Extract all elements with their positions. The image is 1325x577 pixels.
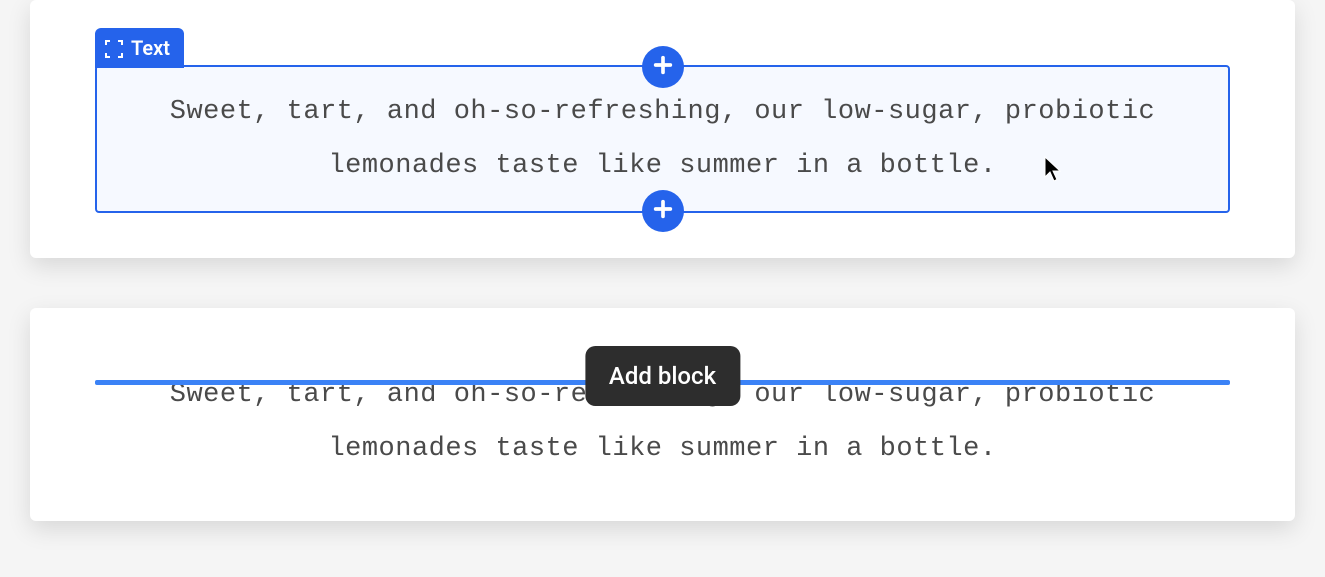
add-block-tooltip: Add block (585, 346, 740, 406)
block-type-label[interactable]: Text (95, 28, 184, 68)
plus-icon (652, 198, 674, 224)
tooltip-text: Add block (609, 362, 716, 390)
selection-icon (105, 39, 123, 57)
editor-card-insert: Add block Sweet, tart, and oh-so-refresh… (30, 308, 1295, 521)
block-type-text: Text (131, 36, 170, 60)
text-block-selected[interactable]: Sweet, tart, and oh-so-refreshing, our l… (95, 65, 1230, 213)
add-block-above-button[interactable] (642, 46, 684, 88)
editor-card-selected: Text Sweet, tart, and oh-so-refreshing, … (30, 0, 1295, 258)
plus-icon (652, 54, 674, 80)
block-text-content[interactable]: Sweet, tart, and oh-so-refreshing, our l… (127, 85, 1198, 193)
add-block-below-button[interactable] (642, 190, 684, 232)
